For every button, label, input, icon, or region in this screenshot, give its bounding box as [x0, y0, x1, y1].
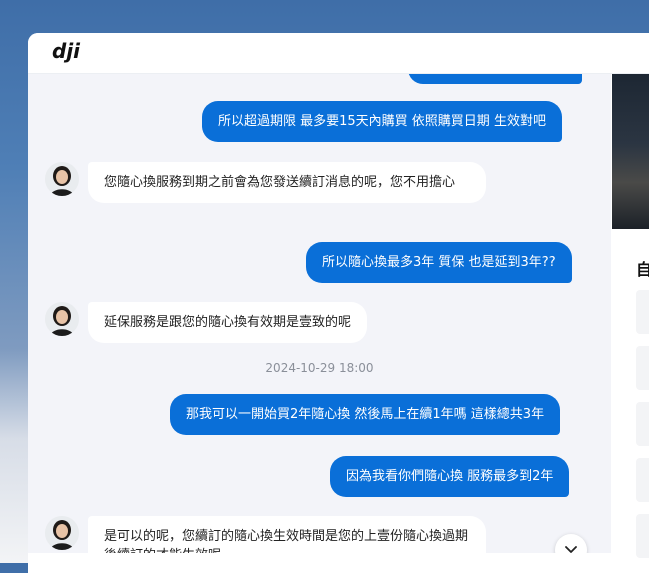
- side-card[interactable]: [636, 458, 649, 502]
- user-message: 所以隨心換最多3年 質保 也是延到3年??: [306, 242, 572, 283]
- scroll-to-bottom-button[interactable]: [555, 534, 587, 553]
- agent-avatar: [45, 516, 79, 550]
- chat-window: dji 所以超過期限 最多要15天內購買 依照購買日期 生效對吧 您隨心換服務到…: [28, 33, 649, 573]
- side-card[interactable]: [636, 402, 649, 446]
- agent-message: 是可以的呢，您續訂的隨心換生效時間是您的上壹份隨心換過期後續訂的才能生效呢: [88, 516, 486, 553]
- side-panel: 自: [612, 74, 649, 573]
- side-card[interactable]: [636, 290, 649, 334]
- agent-message: 延保服務是跟您的隨心換有效期是壹致的呢: [88, 302, 368, 343]
- user-message: [408, 74, 582, 84]
- svg-text:dji: dji: [52, 41, 81, 63]
- chevron-down-icon: [565, 546, 577, 553]
- side-panel-title: 自: [636, 260, 649, 279]
- message-timestamp: 2024-10-29 18:00: [265, 361, 374, 375]
- user-message: 因為我看你們隨心換 服務最多到2年: [330, 456, 570, 497]
- message-list[interactable]: 所以超過期限 最多要15天內購買 依照購買日期 生效對吧 您隨心換服務到期之前會…: [28, 74, 611, 553]
- side-card[interactable]: [636, 346, 649, 390]
- agent-avatar: [45, 302, 79, 336]
- agent-avatar: [45, 162, 79, 196]
- agent-message: 您隨心換服務到期之前會為您發送續訂消息的呢，您不用擔心: [88, 162, 486, 203]
- header-bar: dji: [28, 33, 649, 74]
- dji-logo[interactable]: dji: [52, 41, 90, 63]
- user-message: 所以超過期限 最多要15天內購買 依照購買日期 生效對吧: [202, 101, 562, 142]
- side-banner-image: [612, 74, 649, 229]
- side-card[interactable]: [636, 514, 649, 558]
- user-message: 那我可以一開始買2年隨心換 然後馬上在續1年嗎 這樣總共3年: [170, 394, 561, 435]
